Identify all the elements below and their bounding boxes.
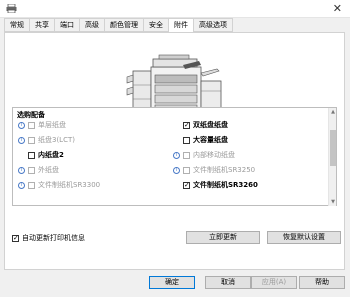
checkbox[interactable] — [28, 151, 35, 159]
checkbox[interactable] — [183, 121, 190, 130]
info-icon[interactable]: i — [18, 166, 25, 174]
checkbox[interactable] — [28, 166, 35, 174]
info-icon[interactable]: i — [18, 121, 25, 129]
tab-color-management[interactable]: 颜色管理 — [104, 18, 143, 32]
update-now-button[interactable]: 立即更新 — [186, 231, 260, 244]
tab-general[interactable]: 常规 — [4, 18, 29, 32]
options-group-title: 选购配备 — [17, 111, 45, 119]
printer-app-icon — [6, 4, 17, 13]
restore-defaults-button[interactable]: 恢复默认设置 — [267, 231, 341, 244]
accessories-panel: 选购配备 i 单层纸盘 i 纸盘3(LCT) 内纸盘2 i 外纸盘 i 文件制纸机SR3… — [4, 32, 345, 270]
option-finisher-sr3300[interactable]: i 文件制纸机SR3300 — [18, 180, 100, 190]
option-single-tray[interactable]: i 单层纸盘 — [18, 120, 66, 130]
info-icon[interactable]: i — [18, 136, 25, 144]
options-list: i单层纸盘 i纸盘3(LCT) 内纸盘2 i外纸盘 i文件制纸机SR3300 双… — [13, 120, 329, 206]
tab-security[interactable]: 安全 — [143, 18, 168, 32]
help-button[interactable]: 帮助 — [299, 276, 345, 289]
option-finisher-sr3250[interactable]: i 文件制纸机SR3250 — [173, 165, 255, 175]
option-external-tray[interactable]: i 外纸盘 — [18, 165, 59, 175]
checkbox[interactable] — [183, 151, 190, 159]
option-dual-tray[interactable]: 双纸盘纸盘 — [183, 120, 228, 130]
tab-sharing[interactable]: 共享 — [29, 18, 54, 32]
tab-bar: 常规 共享 端口 高级 颜色管理 安全 附件 高级选项 — [4, 18, 233, 33]
info-icon[interactable]: i — [173, 166, 180, 174]
tab-advanced-options[interactable]: 高级选项 — [193, 18, 233, 32]
auto-update-checkbox[interactable]: 自动更新打印机信息 — [12, 233, 85, 243]
scroll-down-icon[interactable]: ▼ — [329, 199, 337, 205]
checkbox[interactable] — [183, 166, 190, 174]
scroll-up-icon[interactable]: ▲ — [329, 109, 337, 115]
options-scrollbar[interactable]: ▲ ▼ — [328, 108, 336, 206]
tab-accessories[interactable]: 附件 — [168, 18, 193, 33]
option-large-capacity-tray[interactable]: 大容量纸盘 — [183, 135, 228, 145]
apply-button[interactable]: 应用(A) — [251, 276, 297, 289]
title-bar: ✕ — [0, 0, 350, 18]
tab-advanced[interactable]: 高级 — [79, 18, 104, 32]
tab-ports[interactable]: 端口 — [54, 18, 79, 32]
checkbox[interactable] — [183, 181, 190, 190]
info-icon[interactable]: i — [18, 181, 25, 189]
checkbox[interactable] — [28, 121, 35, 129]
checkbox[interactable] — [183, 136, 190, 144]
cancel-button[interactable]: 取消 — [205, 276, 251, 289]
info-icon[interactable]: i — [173, 151, 180, 159]
option-tray3-lct[interactable]: i 纸盘3(LCT) — [18, 135, 75, 145]
scroll-thumb[interactable] — [330, 130, 336, 166]
option-finisher-sr3260[interactable]: 文件制纸机SR3260 — [183, 180, 258, 190]
options-group: 选购配备 i 单层纸盘 i 纸盘3(LCT) 内纸盘2 i 外纸盘 i 文件制纸机SR3… — [12, 107, 337, 206]
checkbox[interactable] — [12, 234, 19, 243]
ok-button[interactable]: 确定 — [149, 276, 195, 289]
checkbox[interactable] — [28, 181, 35, 189]
checkbox[interactable] — [28, 136, 35, 144]
option-internal-shift-tray[interactable]: i 内部移动纸盘 — [173, 150, 235, 160]
close-icon[interactable]: ✕ — [333, 2, 342, 15]
option-internal-tray2[interactable]: 内纸盘2 — [28, 150, 64, 160]
